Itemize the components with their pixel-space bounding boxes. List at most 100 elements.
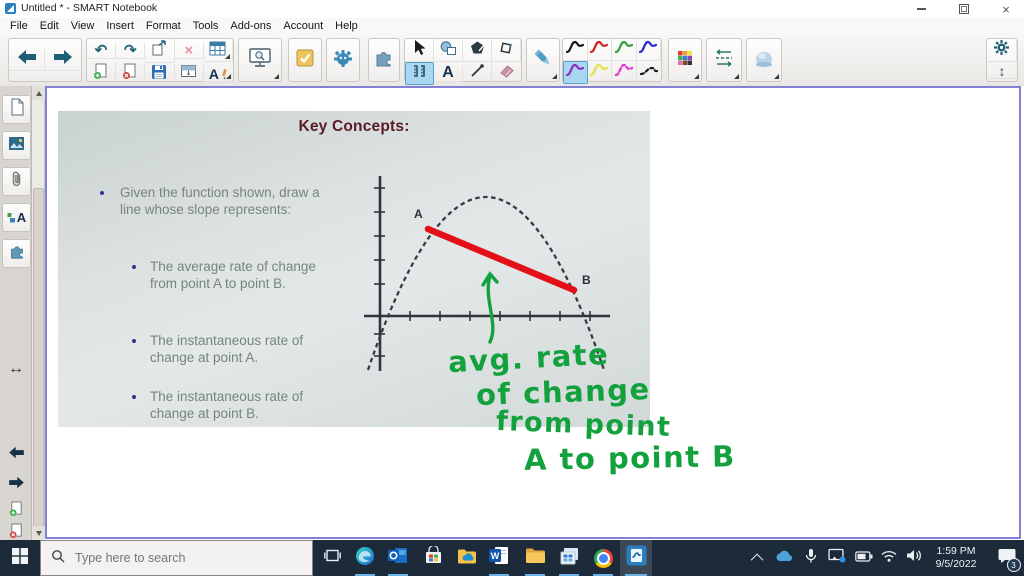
pen-icon (531, 46, 555, 75)
screen-shade-button[interactable] (174, 63, 204, 86)
screen-shade-icon (180, 64, 197, 85)
sidebar-add-page-button[interactable] (5, 500, 27, 522)
add-ons-tab[interactable] (2, 239, 31, 268)
add-page-button[interactable] (87, 63, 117, 86)
pen-magenta-dashed-swatch[interactable] (612, 61, 637, 84)
paste-button[interactable] (145, 39, 175, 63)
minimize-icon (916, 8, 926, 10)
redo-button[interactable]: ↷ (116, 43, 146, 59)
taskbar-outlook-button[interactable] (383, 540, 413, 576)
pens-button[interactable] (526, 38, 560, 82)
scroll-up-icon (35, 90, 42, 96)
gallery-image-icon (8, 136, 25, 156)
tray-microphone-button[interactable] (799, 540, 823, 576)
point-b-label: B (582, 273, 591, 287)
scroll-up-button[interactable] (32, 86, 45, 100)
menu-view[interactable]: View (65, 20, 101, 32)
menu-account[interactable]: Account (277, 20, 329, 32)
pen-yellow-swatch[interactable] (587, 61, 612, 84)
taskbar-store-button[interactable] (418, 540, 448, 576)
tray-show-hidden-button[interactable] (747, 540, 769, 576)
undo-button[interactable]: ↶ (87, 42, 117, 59)
attachments-tab[interactable] (2, 167, 31, 196)
move-panel-handle[interactable]: ↔ (5, 358, 27, 380)
text-tool-button[interactable]: A (434, 65, 463, 82)
screen-capture-button[interactable] (238, 38, 282, 82)
pen-black-dashed-swatch[interactable] (636, 62, 661, 84)
forward-arrow-icon (53, 49, 73, 70)
taskbar-explorer-button[interactable] (520, 540, 550, 576)
menu-format[interactable]: Format (140, 20, 187, 32)
measurement-tools-button[interactable] (405, 62, 434, 85)
ink-arrow[interactable] (481, 271, 499, 344)
tray-battery-button[interactable] (851, 540, 877, 576)
properties-a-icon: A (16, 210, 27, 225)
eraser-tool-button[interactable] (492, 63, 521, 84)
minimize-button[interactable] (905, 0, 937, 18)
taskbar-edge-button[interactable] (350, 540, 380, 576)
eraser-icon (498, 63, 515, 83)
secant-line[interactable] (424, 225, 578, 294)
start-button[interactable] (0, 540, 40, 576)
previous-page-button[interactable] (5, 444, 27, 466)
taskbar-search[interactable] (40, 540, 313, 576)
pen-purple-swatch-selected[interactable] (563, 61, 588, 84)
save-button[interactable] (145, 63, 175, 86)
taskbar-word-button[interactable]: W (484, 540, 514, 576)
slide-sub-bullet-1: The average rate of change from point A … (150, 259, 316, 292)
shape-recognition-pen-button[interactable] (463, 39, 492, 62)
task-view-button[interactable] (316, 540, 348, 576)
notification-center-button[interactable]: 3 (990, 540, 1024, 576)
vertical-scrollbar[interactable] (32, 86, 45, 576)
assessment-button[interactable] (288, 38, 322, 82)
toolbar-settings-button[interactable] (987, 39, 1017, 62)
menu-add-ons[interactable]: Add-ons (224, 20, 277, 32)
pen-green-swatch[interactable] (612, 39, 637, 61)
pen-red-swatch[interactable] (587, 39, 612, 61)
magic-pen-button[interactable] (492, 39, 521, 62)
tray-volume-button[interactable] (902, 540, 926, 576)
taskbar-onedrive-folder-button[interactable] (452, 540, 482, 576)
object-style-button[interactable] (746, 38, 782, 82)
close-button[interactable]: × (990, 0, 1022, 18)
taskbar-smart-notebook-button[interactable] (620, 540, 652, 576)
table-button[interactable] (203, 40, 233, 62)
tray-cast-button[interactable] (824, 540, 850, 576)
tray-wifi-button[interactable] (877, 540, 901, 576)
line-tool-button[interactable] (463, 62, 492, 85)
tray-onedrive-button[interactable] (771, 540, 797, 576)
undo-icon: ↶ (94, 42, 108, 59)
scroll-down-button[interactable] (32, 526, 45, 540)
next-page-button[interactable] (5, 474, 27, 496)
search-input[interactable] (73, 550, 287, 566)
select-tool-button[interactable] (405, 39, 434, 62)
shapes-tool-button[interactable] (434, 39, 463, 62)
restore-button[interactable] (948, 0, 980, 18)
color-palette-button[interactable] (668, 38, 702, 82)
gallery-tab[interactable] (2, 131, 31, 160)
toolbar-move-button[interactable]: ↕ (987, 64, 1017, 79)
page-sorter-tab[interactable] (2, 95, 31, 124)
forward-button[interactable] (45, 49, 81, 71)
line-style-button[interactable] (706, 38, 742, 82)
menu-tools[interactable]: Tools (187, 20, 225, 32)
back-button[interactable] (9, 49, 45, 71)
delete-page-button[interactable] (116, 63, 146, 86)
menu-file[interactable]: File (4, 20, 34, 32)
smart-notebook-window: Untitled * - SMART Notebook × File Edit … (0, 0, 1024, 576)
text-sort-button[interactable]: A (203, 67, 233, 82)
pen-blue-swatch[interactable] (636, 39, 661, 61)
delete-button[interactable]: × (174, 43, 204, 59)
menu-insert[interactable]: Insert (100, 20, 140, 32)
properties-tab[interactable]: A (2, 203, 31, 232)
lesson-activity-button[interactable] (326, 38, 360, 82)
scrollbar-thumb[interactable] (33, 188, 44, 576)
taskbar-clock[interactable]: 1:59 PM 9/5/2022 (925, 540, 987, 576)
page-sorter-icon (9, 98, 25, 121)
taskbar-grid-app-button[interactable] (554, 540, 584, 576)
menu-edit[interactable]: Edit (34, 20, 65, 32)
taskbar-chrome-button[interactable] (588, 540, 618, 576)
add-ons-button[interactable] (368, 38, 400, 82)
pen-black-swatch[interactable] (563, 39, 588, 61)
menu-help[interactable]: Help (329, 20, 364, 32)
